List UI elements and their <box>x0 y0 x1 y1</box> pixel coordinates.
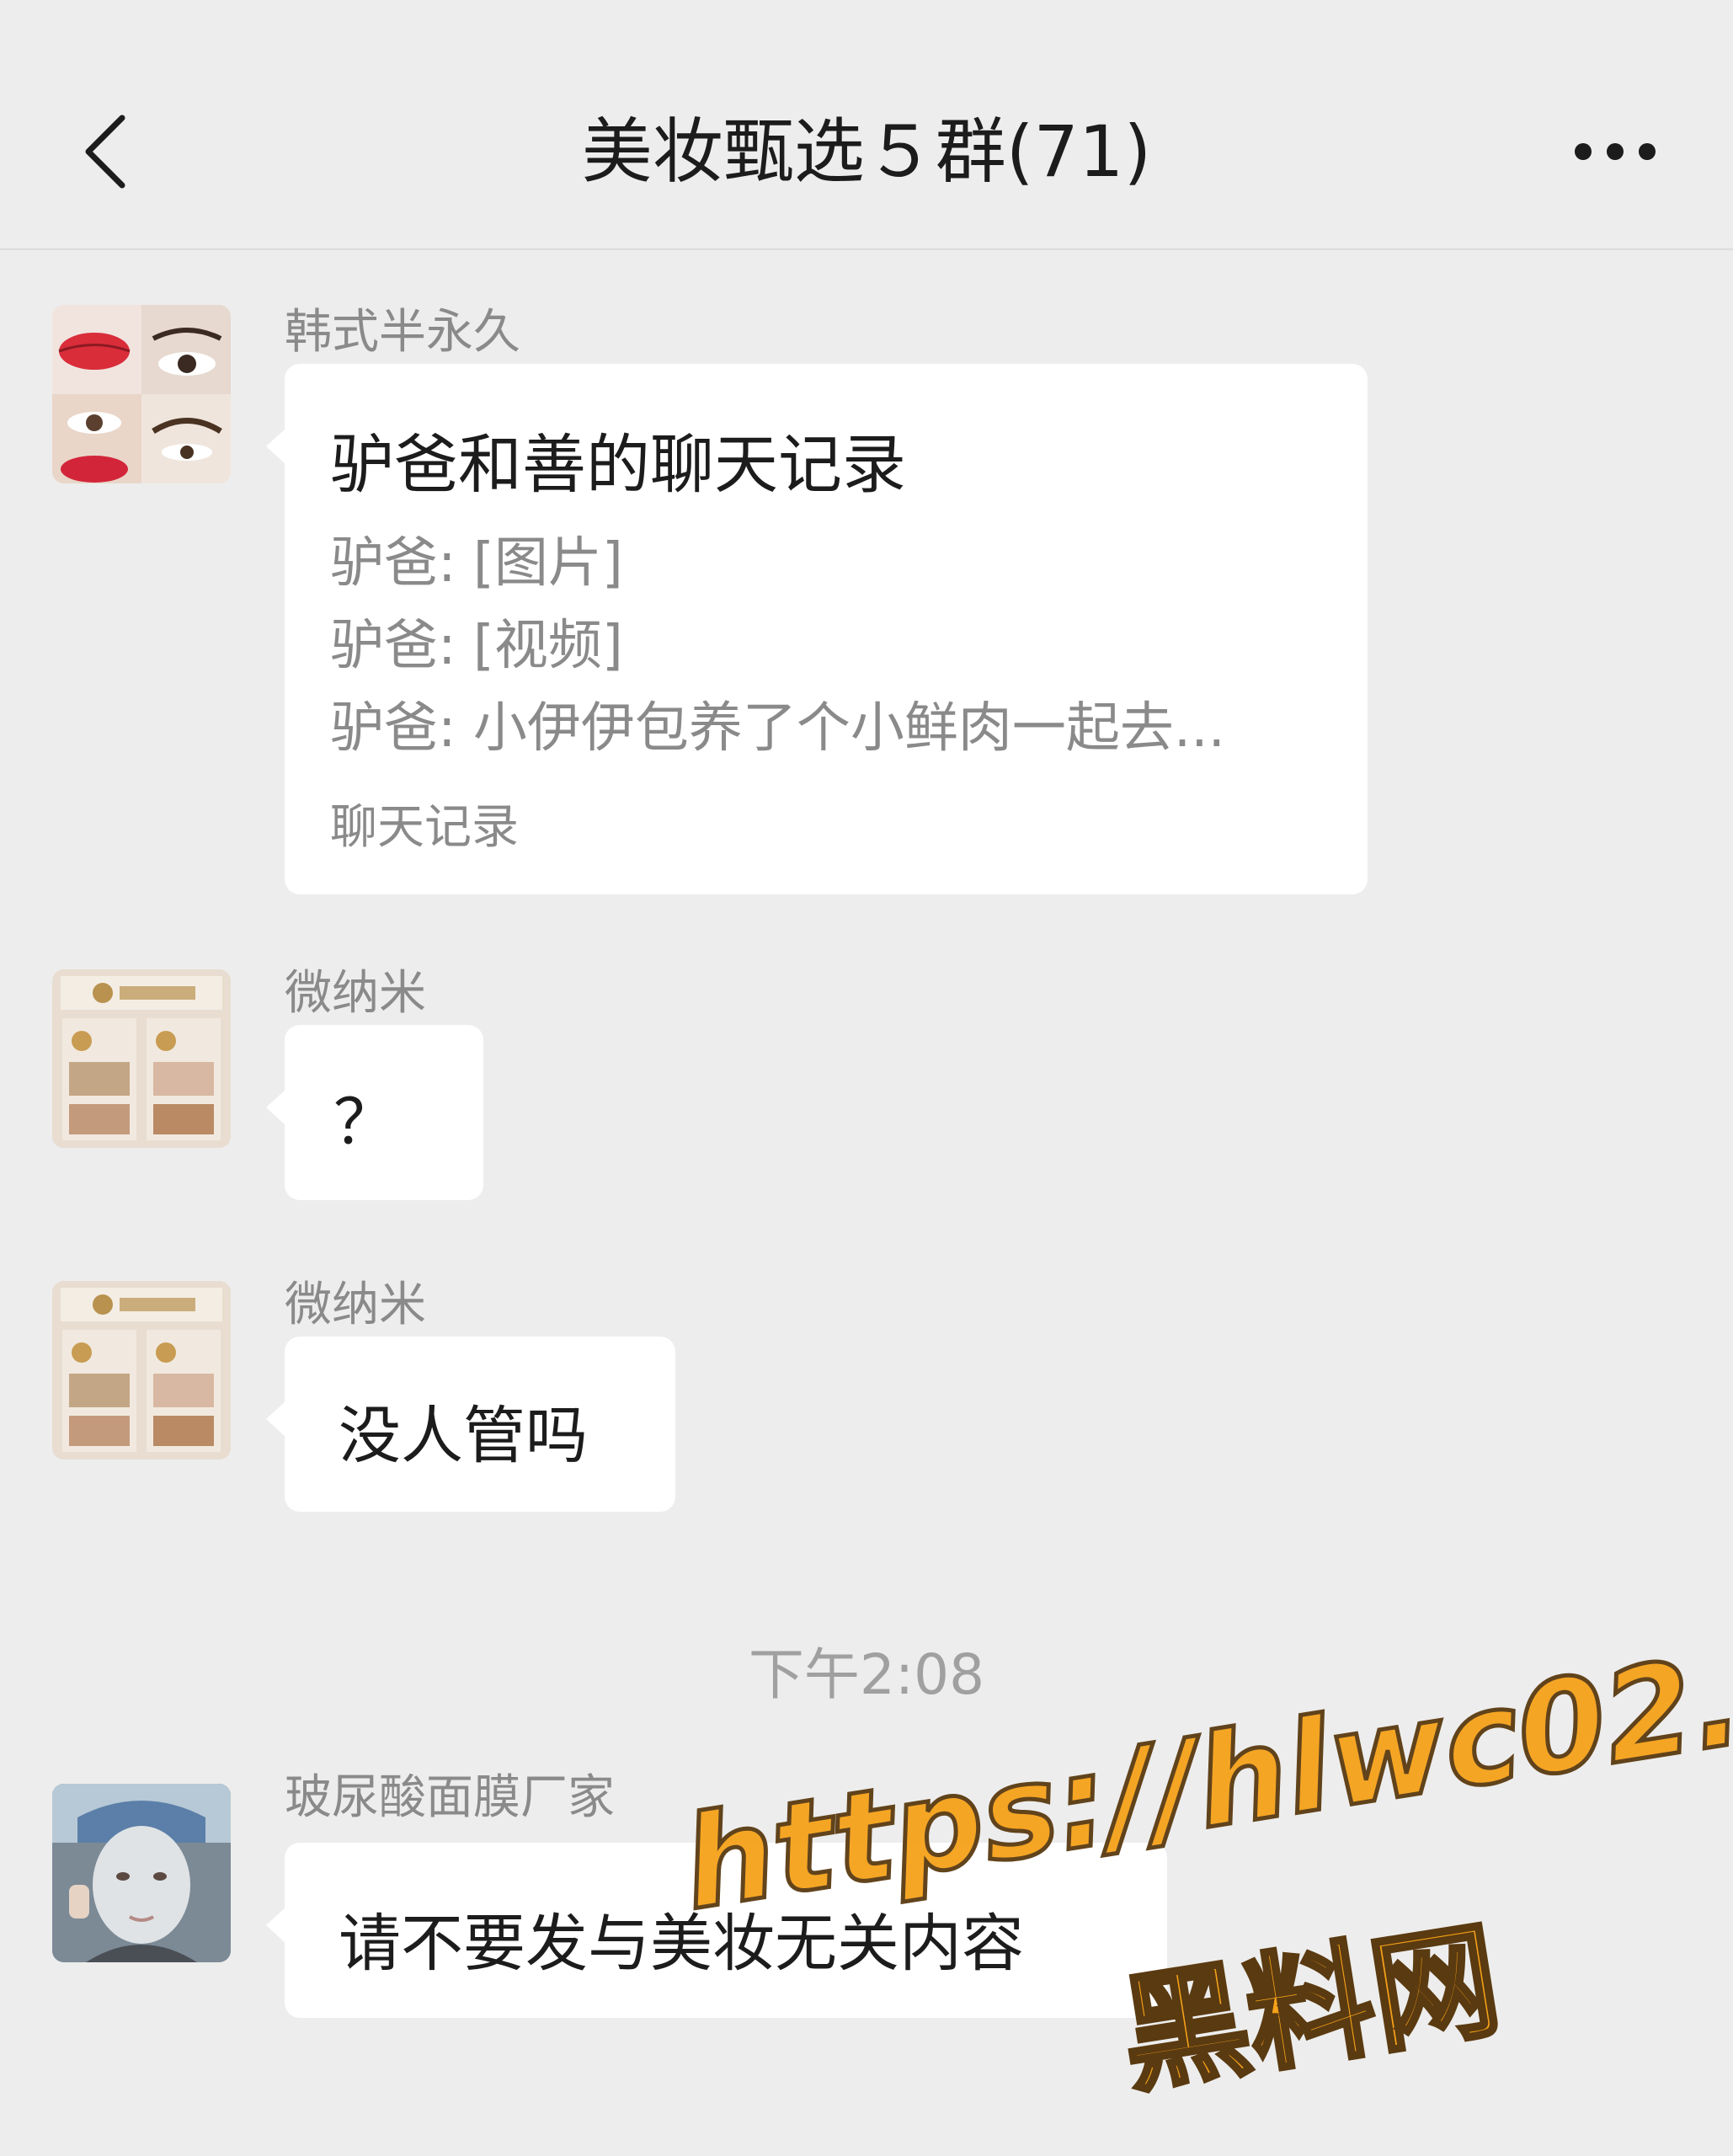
face-mask-photo <box>52 1784 231 1962</box>
message-text: 请不要发与美妆无关内容 <box>339 1908 1024 1980</box>
more-dots-icon <box>1575 143 1656 160</box>
sender-name: 微纳米 <box>285 966 426 1021</box>
brand-poster-image <box>52 1281 231 1460</box>
brand-poster-image <box>52 969 231 1148</box>
chat-title: 美妆甄选５群(71) <box>581 110 1152 193</box>
back-button[interactable] <box>59 101 152 202</box>
sender-name: 玻尿酸面膜厂家 <box>285 1770 615 1825</box>
sender-name: 微纳米 <box>285 1278 426 1332</box>
makeup-avatar[interactable] <box>52 305 231 483</box>
watermark-name: 黑料网 <box>1110 1905 1512 2113</box>
chat-record-line: 驴爸: [图片] <box>330 532 623 595</box>
chat-record-line: 驴爸: [视频] <box>330 615 623 677</box>
chat-record-title: 驴爸和善的聊天记录 <box>330 427 906 502</box>
message-text: 没人管吗 <box>339 1400 588 1472</box>
chat-record-label: 聊天记录 <box>330 800 519 855</box>
chevron-left-icon <box>85 115 125 189</box>
message-text: ？ <box>333 1086 396 1159</box>
brand-avatar[interactable] <box>52 969 231 1148</box>
face-avatar[interactable] <box>52 1784 231 1962</box>
brand-avatar[interactable] <box>52 1281 231 1460</box>
sender-name: 韩式半永久 <box>285 305 520 360</box>
makeup-collage-image <box>52 305 231 483</box>
chat-record-line: 驴爸: 小伊伊包养了个小鲜肉一起去... <box>330 697 1225 760</box>
more-button[interactable] <box>1556 101 1674 202</box>
chat-header: 美妆甄选５群(71) <box>0 0 1733 250</box>
message-bubble[interactable]: ？ <box>266 1025 483 1200</box>
chat-record-card[interactable]: 驴爸和善的聊天记录 驴爸: [图片] 驴爸: [视频] 驴爸: 小伊伊包养了个小… <box>266 364 1368 894</box>
message-bubble[interactable]: 没人管吗 <box>266 1337 675 1512</box>
